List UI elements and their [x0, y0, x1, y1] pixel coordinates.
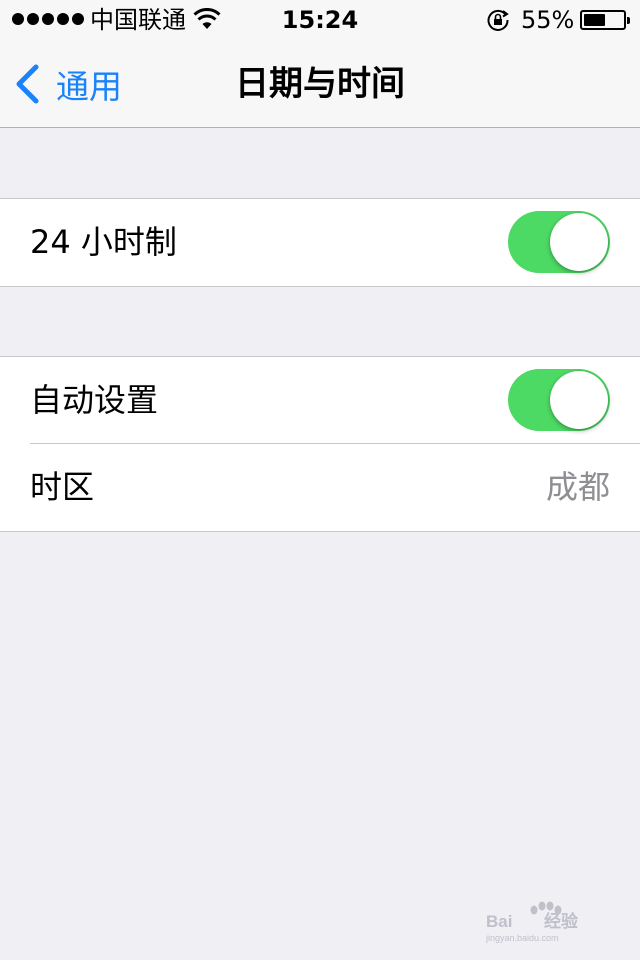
setting-row-auto-set: 自动设置 — [0, 357, 640, 444]
battery-icon — [580, 10, 630, 30]
status-bar: 中国联通 15:24 55% — [0, 0, 640, 40]
setting-row-24-hour: 24 小时制 — [0, 199, 640, 286]
setting-label-auto-set: 自动设置 — [30, 381, 159, 419]
screen: 中国联通 15:24 55% 通用 日期与时间 24 小时制 自动设置 时区 成… — [0, 0, 640, 960]
svg-text:Bai: Bai — [486, 912, 512, 931]
svg-text:jingyan.baidu.com: jingyan.baidu.com — [486, 933, 559, 943]
top-bar: 中国联通 15:24 55% 通用 日期与时间 — [0, 0, 640, 128]
nav-bar: 通用 日期与时间 — [0, 40, 640, 128]
setting-label-timezone: 时区 — [30, 468, 95, 506]
svg-text:经验: 经验 — [544, 911, 579, 931]
settings-group-time: 自动设置 时区 成都 — [0, 356, 640, 532]
toggle-knob — [550, 371, 608, 429]
baidu-jingyan-watermark: Bai 经验 jingyan.baidu.com — [485, 896, 606, 944]
settings-group-clock: 24 小时制 — [0, 198, 640, 287]
page-title: 日期与时间 — [235, 64, 405, 104]
setting-label-24-hour: 24 小时制 — [30, 223, 177, 261]
battery-percent: 55% — [521, 6, 575, 34]
rotation-lock-icon — [487, 9, 509, 31]
setting-row-timezone[interactable]: 时区 成都 — [0, 444, 640, 531]
toggle-auto-set[interactable] — [508, 369, 610, 431]
setting-value-timezone: 成都 — [545, 468, 610, 506]
toggle-24-hour[interactable] — [508, 211, 610, 273]
toggle-knob — [550, 213, 608, 271]
